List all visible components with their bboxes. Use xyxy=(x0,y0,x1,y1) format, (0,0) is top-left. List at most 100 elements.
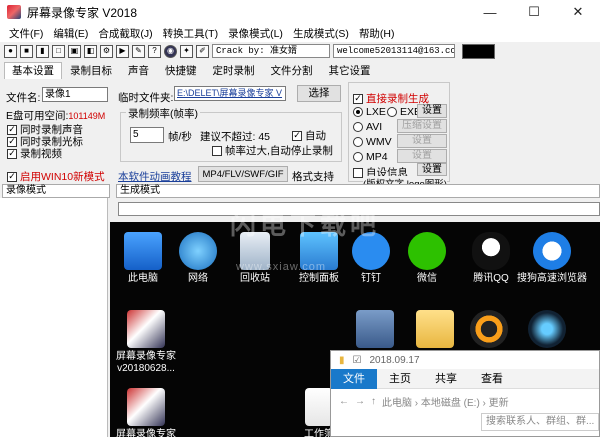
desktop-icon-label: 微信 xyxy=(417,273,437,284)
frame-over-checkbox[interactable]: 帧率过大,自动停止录制 xyxy=(212,143,333,158)
desktop-icon-app[interactable] xyxy=(514,310,580,351)
explorer-tab-view[interactable]: 查看 xyxy=(469,369,515,389)
desktop-icon-qq[interactable]: 腾讯QQ xyxy=(458,232,524,285)
screenshot-icon[interactable]: ◧ xyxy=(84,44,97,58)
wmv-radio[interactable]: WMV xyxy=(353,136,392,148)
custom-info-settings-button[interactable]: 设置 xyxy=(417,163,447,176)
menu-compose[interactable]: 合成截取(J) xyxy=(93,26,157,41)
window-icon[interactable]: □ xyxy=(52,44,65,58)
mp4-radio[interactable]: MP4 xyxy=(353,151,388,163)
maximize-button[interactable]: ☐ xyxy=(512,0,556,24)
stop-icon[interactable]: ■ xyxy=(20,44,33,58)
overwatch-icon xyxy=(470,310,508,348)
check-icon: ✓ xyxy=(7,148,17,159)
settings-icon[interactable]: ⚙ xyxy=(100,44,113,58)
explorer-search-input[interactable]: 搜索联系人、群组、群... xyxy=(481,413,599,431)
crack-label: Crack by: 准女婿 xyxy=(212,44,330,58)
folder-icon xyxy=(416,310,454,348)
filename-label: 文件名: xyxy=(6,92,41,104)
win10-mode-label: 启用WIN10新模式 xyxy=(20,171,105,183)
tab-split[interactable]: 文件分割 xyxy=(263,62,321,79)
wechat-icon xyxy=(408,232,446,270)
path-label[interactable]: 此电脑 › 本地磁盘 (E:) › 更新 xyxy=(382,394,509,409)
menu-convert[interactable]: 转换工具(T) xyxy=(158,26,223,41)
tab-schedule[interactable]: 定时录制 xyxy=(205,62,263,79)
close-button[interactable]: ✕ xyxy=(556,0,600,24)
format-button[interactable]: MP4/FLV/SWF/GIF xyxy=(198,166,288,182)
desktop-icon-recorder-1[interactable]: 屏幕录像专家 v20180628... xyxy=(110,310,182,375)
desktop-icon-label: 屏幕录像专家 xyxy=(116,429,176,437)
menu-help[interactable]: 帮助(H) xyxy=(354,26,400,41)
tab-target[interactable]: 录制目标 xyxy=(62,62,120,79)
pause-icon[interactable]: ▮ xyxy=(36,44,49,58)
explorer-titlebar: ▮ ☑ 2018.09.17 xyxy=(331,351,599,369)
tab-hotkey[interactable]: 快捷键 xyxy=(157,62,205,79)
temp-folder-label: 临时文件夹: xyxy=(118,92,174,104)
menu-edit[interactable]: 编辑(E) xyxy=(48,26,93,41)
temp-folder-input[interactable]: E:\DELET\屏幕录像专家 V xyxy=(174,86,286,101)
mp4-settings-button[interactable]: 设置 xyxy=(397,149,447,163)
edit-icon[interactable]: ✎ xyxy=(132,44,145,58)
forward-arrow-icon[interactable]: → xyxy=(355,396,365,407)
frame-over-label: 帧率过大,自动停止录制 xyxy=(225,145,333,157)
menu-generate-mode[interactable]: 生成模式(S) xyxy=(288,26,354,41)
exe-settings-button[interactable]: 设置 xyxy=(417,104,447,118)
exe-radio[interactable]: EXE xyxy=(387,106,421,118)
desktop-icon-installer[interactable] xyxy=(342,310,408,351)
edit-pen-icon[interactable]: ✐ xyxy=(196,44,209,58)
disk-space-label: E盘可用空间:101149M xyxy=(6,110,106,122)
rec-video-checkbox[interactable]: ✓ 录制视频 xyxy=(7,146,62,161)
radio-empty-icon xyxy=(387,107,397,117)
region-icon[interactable]: ▣ xyxy=(68,44,81,58)
wand-icon[interactable]: ✦ xyxy=(180,44,193,58)
compress-settings-button[interactable]: 压缩设置 xyxy=(397,119,447,133)
wmv-label: WMV xyxy=(366,136,392,148)
minimize-button[interactable]: — xyxy=(468,0,512,24)
tutorial-link[interactable]: 本软件动画教程 xyxy=(118,169,192,184)
menu-record-mode[interactable]: 录像模式(L) xyxy=(223,26,288,41)
checkmark-icon: ☑ xyxy=(352,354,362,366)
disk-space-value: 101149M xyxy=(68,111,106,121)
record-icon[interactable]: ● xyxy=(4,44,17,58)
desktop-icon-label: 屏幕录像专家 v20180628... xyxy=(116,351,176,374)
desktop-icon-label: 回收站 xyxy=(240,273,270,284)
lxe-radio[interactable]: LXE xyxy=(353,106,386,118)
auto-fps-checkbox[interactable]: ✓ 自动 xyxy=(292,128,326,143)
desktop-icon-sogou[interactable]: 搜狗高速浏览器 xyxy=(516,232,588,285)
window-controls: — ☐ ✕ xyxy=(468,0,600,24)
desktop-icon-overwatch[interactable] xyxy=(456,310,522,351)
atom-icon xyxy=(528,310,566,348)
menu-file[interactable]: 文件(F) xyxy=(4,26,48,41)
window-title: 屏幕录像专家 V2018 xyxy=(27,5,138,20)
date-label: 2018.09.17 xyxy=(369,354,420,366)
filename-input[interactable]: 录像1 xyxy=(42,87,108,102)
back-arrow-icon[interactable]: ← xyxy=(339,396,349,407)
help-icon[interactable]: ? xyxy=(148,44,161,58)
wmv-settings-button[interactable]: 设置 xyxy=(397,134,447,148)
choose-folder-button[interactable]: 选择 xyxy=(297,85,341,102)
avi-radio[interactable]: AVI xyxy=(353,121,382,133)
up-arrow-icon[interactable]: ↑ xyxy=(371,396,376,407)
desktop-preview: 此电脑 网络 回收站 控制面板 钉钉 微信 腾讯QQ 搜狗高速浏览器 屏幕录像专… xyxy=(110,222,600,437)
fps-input[interactable]: 5 xyxy=(130,127,164,143)
tab-sound[interactable]: 声音 xyxy=(120,62,157,79)
tab-other[interactable]: 其它设置 xyxy=(321,62,379,79)
auto-fps-label: 自动 xyxy=(305,130,326,142)
excel-icon xyxy=(305,388,333,426)
computer-icon xyxy=(124,232,162,270)
check-icon: ✓ xyxy=(292,130,302,141)
tab-basic[interactable]: 基本设置 xyxy=(4,62,62,79)
desktop-icon-wechat[interactable]: 微信 xyxy=(394,232,460,285)
explorer-window: ▮ ☑ 2018.09.17 文件 主页 共享 查看 ← → ↑ 此电脑 › 本… xyxy=(330,350,600,437)
record-list-area[interactable] xyxy=(0,198,108,437)
win10-mode-checkbox[interactable]: ✓ 启用WIN10新模式 xyxy=(7,169,105,184)
desktop-icon-recorder-2[interactable]: 屏幕录像专家 xyxy=(110,388,182,437)
globe-icon[interactable]: ◉ xyxy=(164,44,177,58)
explorer-tab-file[interactable]: 文件 xyxy=(331,368,377,389)
check-icon: ✓ xyxy=(7,124,17,135)
play-icon[interactable]: ▶ xyxy=(116,44,129,58)
explorer-tab-share[interactable]: 共享 xyxy=(423,369,469,389)
fps-unit: 帧/秒 xyxy=(168,131,192,143)
explorer-tab-home[interactable]: 主页 xyxy=(377,369,423,389)
watermark: 闪电下载吧 xyxy=(230,210,381,240)
